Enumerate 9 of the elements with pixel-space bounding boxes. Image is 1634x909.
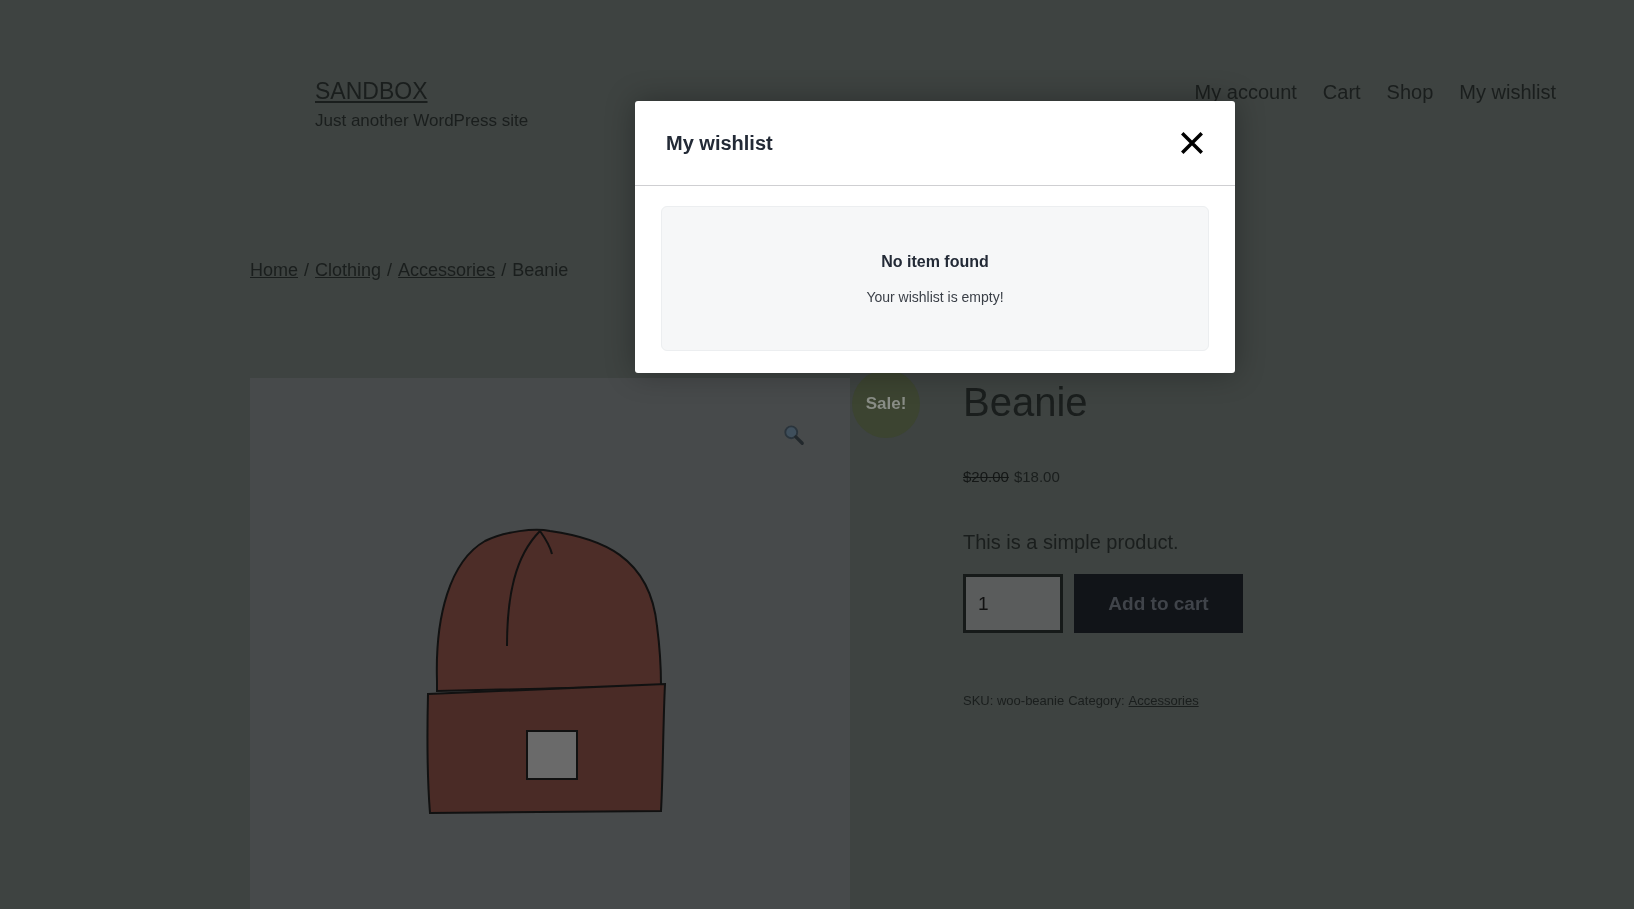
empty-state-title: No item found (881, 252, 989, 271)
breadcrumb-separator: / (501, 260, 507, 282)
sale-badge: Sale! (852, 370, 920, 438)
quantity-field[interactable]: 1 (963, 574, 1063, 633)
empty-state-message: Your wishlist is empty! (866, 288, 1004, 305)
close-button[interactable] (1179, 130, 1205, 156)
dialog-title: My wishlist (666, 131, 773, 155)
breadcrumb-separator: / (304, 260, 310, 282)
breadcrumb-separator: / (387, 260, 393, 282)
